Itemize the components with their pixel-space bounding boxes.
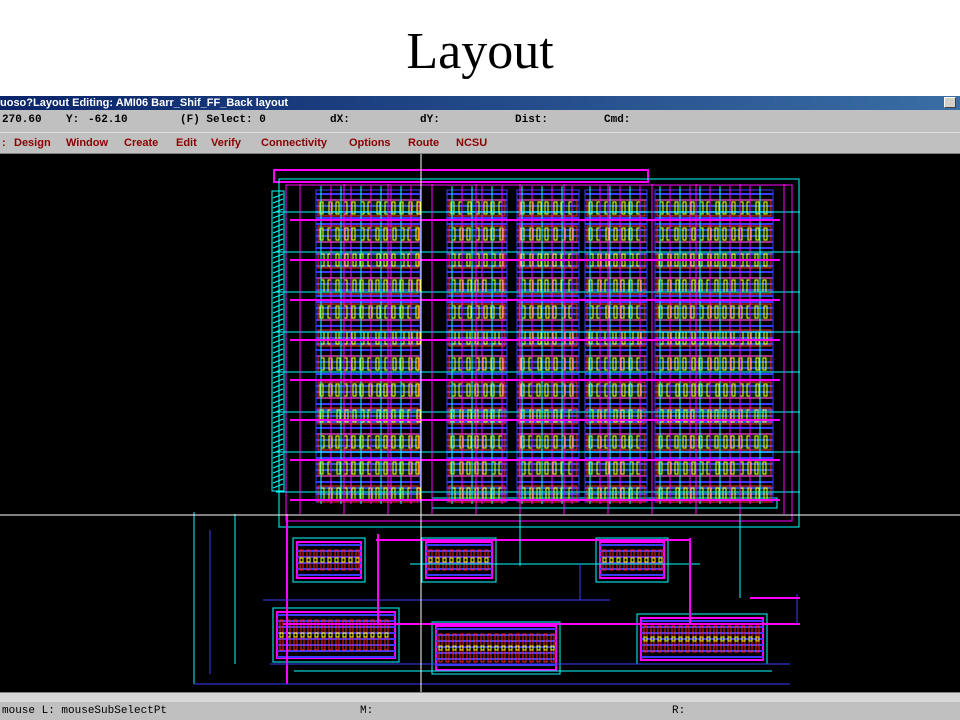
cmd-readout: Cmd:	[604, 114, 631, 126]
menu-edit[interactable]: Edit	[176, 137, 197, 149]
select-count: (F) Select: 0	[180, 114, 266, 126]
window-titlebar[interactable]: uoso?Layout Editing: AMI06 Barr_Shif_FF_…	[0, 96, 960, 110]
layout-canvas[interactable]	[0, 154, 960, 692]
y-label: Y:	[66, 114, 80, 126]
menu-options[interactable]: Options	[349, 137, 391, 149]
mouse-left-binding: mouse L: mouseSubSelectPt	[2, 705, 168, 717]
menu-verify[interactable]: Verify	[211, 137, 241, 149]
menu-create[interactable]: Create	[124, 137, 158, 149]
menu-bar: : Design Window Create Edit Verify Conne…	[0, 132, 960, 154]
minimize-button[interactable]	[944, 97, 956, 108]
coordinate-status-line: 270.60 Y: -62.10 (F) Select: 0 dX: dY: D…	[0, 110, 960, 130]
menu-design[interactable]: Design	[14, 137, 51, 149]
mouse-right-binding: R:	[672, 705, 686, 717]
x-coordinate: 270.60	[2, 114, 42, 126]
menu-overflow-icon[interactable]: :	[2, 137, 6, 149]
dx-readout: dX:	[330, 114, 350, 126]
mouse-middle-binding: M:	[360, 705, 374, 717]
circuit-layout	[193, 169, 800, 685]
slide-title: Layout	[406, 23, 554, 80]
dy-readout: dY:	[420, 114, 440, 126]
window-title: uoso?Layout Editing: AMI06 Barr_Shif_FF_…	[0, 97, 289, 109]
dist-readout: Dist:	[515, 114, 549, 126]
y-coordinate: -62.10	[88, 114, 128, 126]
menu-connectivity[interactable]: Connectivity	[261, 137, 327, 149]
mouse-binding-bar: mouse L: mouseSubSelectPt M: R:	[0, 702, 960, 720]
layout-drawing	[0, 154, 960, 692]
menu-window[interactable]: Window	[66, 137, 108, 149]
layout-editor-window: uoso?Layout Editing: AMI06 Barr_Shif_FF_…	[0, 96, 960, 720]
menu-ncsu[interactable]: NCSU	[456, 137, 487, 149]
menu-route[interactable]: Route	[408, 137, 439, 149]
